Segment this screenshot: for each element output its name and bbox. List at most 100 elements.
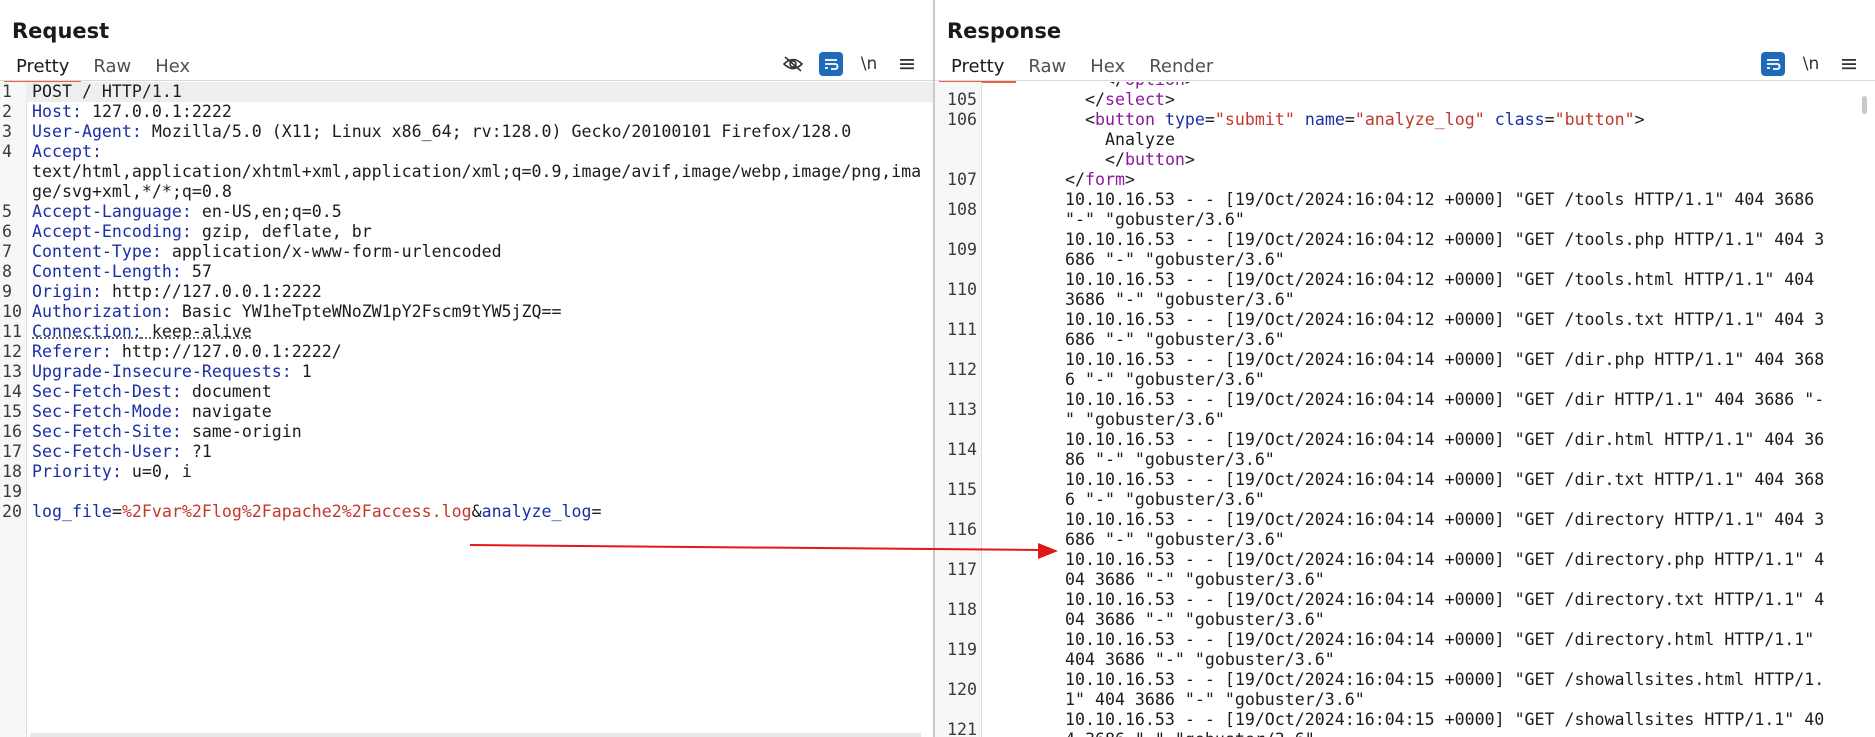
header-line[interactable]: 7 Content-Type: application/x-www-form-ur… [2, 242, 933, 262]
response-code[interactable]: </option>105</select>106<button type="su… [947, 82, 1875, 737]
log-line: 108 10.10.16.53 - - [19/Oct/2024:16:04:12… [947, 190, 1875, 230]
tab-raw[interactable]: Raw [81, 52, 143, 80]
line-number: 117 [947, 560, 977, 579]
header-line[interactable]: 17 Sec-Fetch-User: ?1 [2, 442, 933, 462]
attr-name: name [1304, 110, 1345, 129]
log-text: 10.10.16.53 - - [19/Oct/2024:16:04:14 +0… [1065, 590, 1825, 629]
header-line[interactable]: 19 [2, 482, 933, 502]
line-number: 7 [2, 242, 12, 261]
tag-name: button [1124, 150, 1185, 169]
header-value: 1 [291, 362, 312, 381]
newline-toggle[interactable]: \n [1799, 52, 1823, 76]
log-text: 10.10.16.53 - - [19/Oct/2024:16:04:12 +0… [1065, 230, 1825, 269]
log-text: 10.10.16.53 - - [19/Oct/2024:16:04:14 +0… [1065, 550, 1825, 589]
header-line[interactable]: 6 Accept-Encoding: gzip, deflate, br [2, 222, 933, 242]
horizontal-scrollbar[interactable] [30, 733, 921, 737]
line-text: Content-Length: 57 [32, 262, 212, 281]
header-line[interactable]: 12 Referer: http://127.0.0.1:2222/ [2, 342, 933, 362]
header-value: 57 [181, 262, 212, 281]
hide-icon[interactable] [781, 52, 805, 76]
header-name: Connection [32, 322, 132, 341]
log-text: 10.10.16.53 - - [19/Oct/2024:16:04:14 +0… [1065, 430, 1825, 469]
response-toolbar: \n [1761, 52, 1861, 76]
line-number: 120 [947, 680, 977, 699]
header-name: Accept-Language [32, 202, 182, 221]
attr-value: "analyze_log" [1354, 110, 1485, 129]
header-name: Sec-Fetch-User [32, 442, 172, 461]
response-pane: Response Pretty Raw Hex Render \n </opti… [935, 0, 1875, 737]
line-number: 17 [2, 442, 22, 461]
line-text: Upgrade-Insecure-Requests: 1 [32, 362, 312, 381]
header-line[interactable]: 4 Accept: text/html,application/xhtml+xml… [2, 142, 933, 202]
wrap-icon[interactable] [819, 52, 843, 76]
header-value: 127.0.0.1:2222 [81, 102, 232, 121]
wrap-icon[interactable] [1761, 52, 1785, 76]
header-value: same-origin [181, 422, 302, 441]
line-number: 11 [2, 322, 22, 341]
newline-toggle[interactable]: \n [857, 52, 881, 76]
header-line[interactable]: 13 Upgrade-Insecure-Requests: 1 [2, 362, 933, 382]
header-line[interactable]: 3 User-Agent: Mozilla/5.0 (X11; Linux x86… [2, 122, 933, 142]
header-line[interactable]: 14 Sec-Fetch-Dest: document [2, 382, 933, 402]
header-value: en-US,en;q=0.5 [191, 202, 342, 221]
header-name: Content-Length [32, 262, 172, 281]
tag-name: select [1104, 90, 1165, 109]
request-editor[interactable]: 1 POST / HTTP/1.1 2 Host: 127.0.0.1:2222 3 Us… [0, 82, 933, 737]
header-line[interactable]: 9 Origin: http://127.0.0.1:2222 [2, 282, 933, 302]
tab-hex[interactable]: Hex [143, 52, 202, 80]
line-text: Sec-Fetch-Dest: document [32, 382, 272, 401]
header-line[interactable]: 11 Connection: keep-alive [2, 322, 933, 342]
header-line[interactable]: 2 Host: 127.0.0.1:2222 [2, 102, 933, 122]
request-code[interactable]: 1 POST / HTTP/1.1 2 Host: 127.0.0.1:2222 3 Us… [2, 82, 933, 522]
param-separator: & [471, 502, 482, 521]
line-number: 105 [947, 90, 977, 109]
header-line[interactable]: 8 Content-Length: 57 [2, 262, 933, 282]
tab-pretty[interactable]: Pretty [939, 52, 1017, 83]
equals: = [1544, 110, 1555, 129]
tab-pretty[interactable]: Pretty [4, 52, 82, 83]
line-number: 16 [2, 422, 22, 441]
line-text: </form> [981, 170, 1875, 190]
bracket: < [1085, 110, 1095, 129]
line-content: POST / HTTP/1.1 [32, 82, 182, 101]
log-text: 10.10.16.53 - - [19/Oct/2024:16:04:12 +0… [1065, 190, 1825, 229]
request-body-line[interactable]: 20 log_file=%2Fvar%2Flog%2Fapache2%2Facce… [2, 502, 933, 522]
menu-icon[interactable] [1837, 52, 1861, 76]
log-text: 10.10.16.53 - - [19/Oct/2024:16:04:14 +0… [1065, 510, 1825, 549]
header-line[interactable]: 16 Sec-Fetch-Site: same-origin [2, 422, 933, 442]
line-text: Accept-Encoding: gzip, deflate, br [32, 222, 372, 241]
response-editor[interactable]: </option>105</select>106<button type="su… [935, 82, 1875, 737]
line-text: </button> [981, 150, 1875, 170]
log-line: 112 10.10.16.53 - - [19/Oct/2024:16:04:14… [947, 350, 1875, 390]
tag-name: form [1084, 170, 1125, 189]
line-text: Accept-Language: en-US,en;q=0.5 [32, 202, 342, 221]
log-line: 116 10.10.16.53 - - [19/Oct/2024:16:04:14… [947, 510, 1875, 550]
line-text: </option> [981, 82, 1875, 90]
line-number [935, 150, 981, 170]
tab-raw[interactable]: Raw [1016, 52, 1078, 80]
tab-render[interactable]: Render [1137, 52, 1225, 80]
bracket: > [1185, 82, 1195, 89]
header-name: Host [32, 102, 72, 121]
line-text: POST / HTTP/1.1 [26, 82, 922, 102]
line-number: 20 [2, 502, 22, 521]
response-tabs: Pretty Raw Hex Render [939, 52, 1225, 83]
attr-name: class [1494, 110, 1545, 129]
menu-icon[interactable] [895, 52, 919, 76]
attr-name: type [1164, 110, 1205, 129]
vertical-scrollbar[interactable] [1862, 96, 1867, 114]
request-line[interactable]: 1 POST / HTTP/1.1 [2, 82, 933, 102]
param-value-log-file[interactable]: %2Fvar%2Flog%2Fapache2%2Faccess.log [122, 502, 472, 521]
tab-hex[interactable]: Hex [1078, 52, 1137, 80]
line-number: 116 [947, 520, 977, 539]
log-line: 114 10.10.16.53 - - [19/Oct/2024:16:04:14… [947, 430, 1875, 470]
header-value: document [181, 382, 272, 401]
header-line[interactable]: 5 Accept-Language: en-US,en;q=0.5 [2, 202, 933, 222]
log-text: 10.10.16.53 - - [19/Oct/2024:16:04:15 +0… [1065, 670, 1825, 709]
header-line[interactable]: 15 Sec-Fetch-Mode: navigate [2, 402, 933, 422]
header-line[interactable]: 10 Authorization: Basic YW1heTpteWNoZW1pY… [2, 302, 933, 322]
html-line: 107 </form> [947, 170, 1875, 190]
header-line[interactable]: 18 Priority: u=0, i [2, 462, 933, 482]
log-line: 119 10.10.16.53 - - [19/Oct/2024:16:04:14… [947, 630, 1875, 670]
log-line: 109 10.10.16.53 - - [19/Oct/2024:16:04:12… [947, 230, 1875, 270]
